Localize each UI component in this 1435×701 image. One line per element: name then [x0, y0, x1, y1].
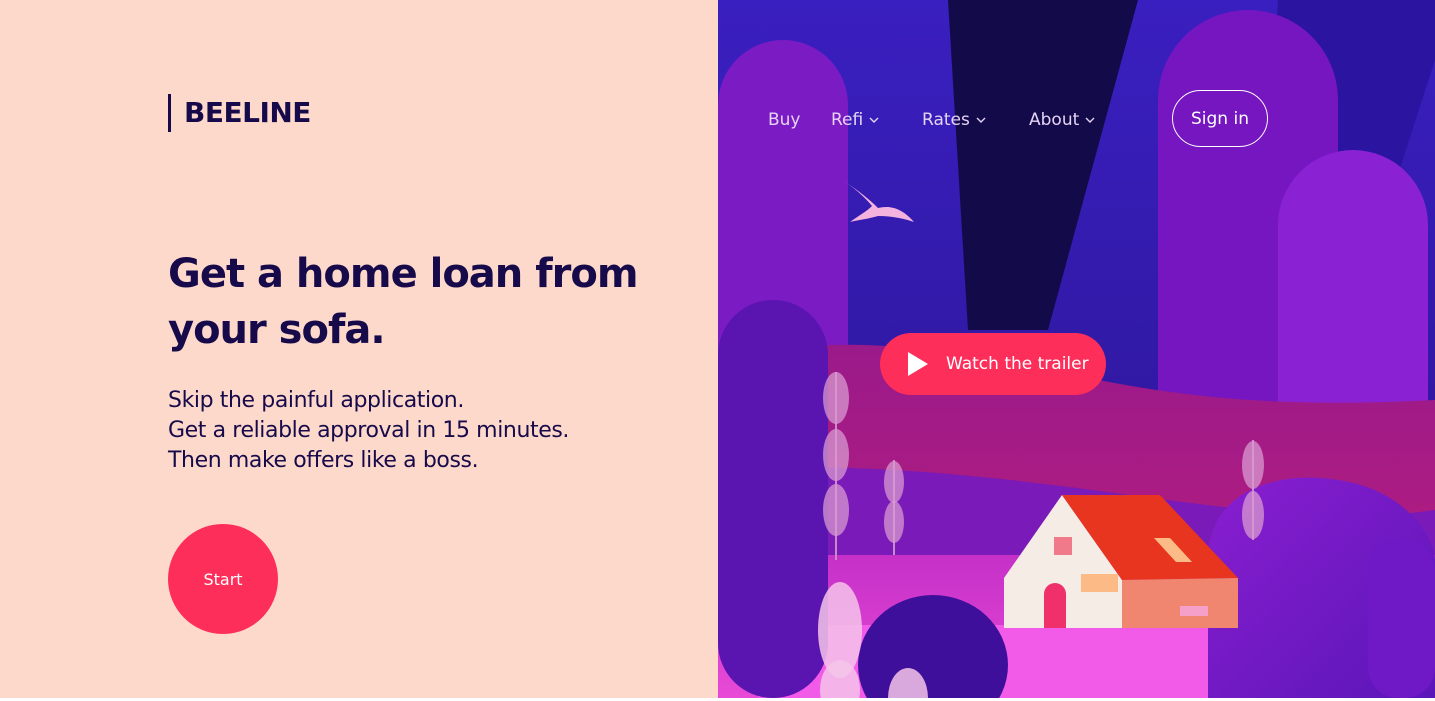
hero-headline-line-1: Get a home loan from [168, 251, 639, 297]
chevron-down-icon [867, 113, 881, 127]
hero-panel: BEELINE Get a home loan from your sofa. … [0, 0, 718, 698]
chevron-down-icon [974, 113, 988, 127]
watch-trailer-label: Watch the trailer [946, 354, 1089, 374]
sign-in-button[interactable]: Sign in [1172, 90, 1268, 147]
nav-rates[interactable]: Rates [922, 108, 988, 132]
hero-subtext: Skip the painful application. Get a reli… [168, 386, 668, 476]
hero-subtext-line-2: Get a reliable approval in 15 minutes. [168, 418, 570, 443]
watch-trailer-button[interactable]: Watch the trailer [880, 333, 1106, 395]
chevron-down-icon [1083, 113, 1097, 127]
nav-buy-label: Buy [768, 110, 801, 130]
nav-about-label: About [1029, 110, 1080, 130]
nav-refi-label: Refi [831, 110, 864, 130]
nav-rates-label: Rates [922, 110, 970, 130]
hero-subtext-line-3: Then make offers like a boss. [168, 448, 479, 473]
illustration-panel: Buy Refi Rates About Sign in Watch the t… [718, 0, 1435, 698]
start-button[interactable]: Start [168, 524, 278, 634]
nav-buy[interactable]: Buy [768, 108, 801, 132]
hero-subtext-line-1: Skip the painful application. [168, 388, 464, 413]
play-icon [908, 352, 928, 376]
brand-logo[interactable]: BEELINE [168, 94, 311, 132]
nav-about[interactable]: About [1029, 108, 1097, 132]
hero-headline: Get a home loan from your sofa. [168, 246, 668, 358]
hero-headline-line-2: your sofa. [168, 307, 386, 353]
nav-refi[interactable]: Refi [831, 108, 881, 132]
